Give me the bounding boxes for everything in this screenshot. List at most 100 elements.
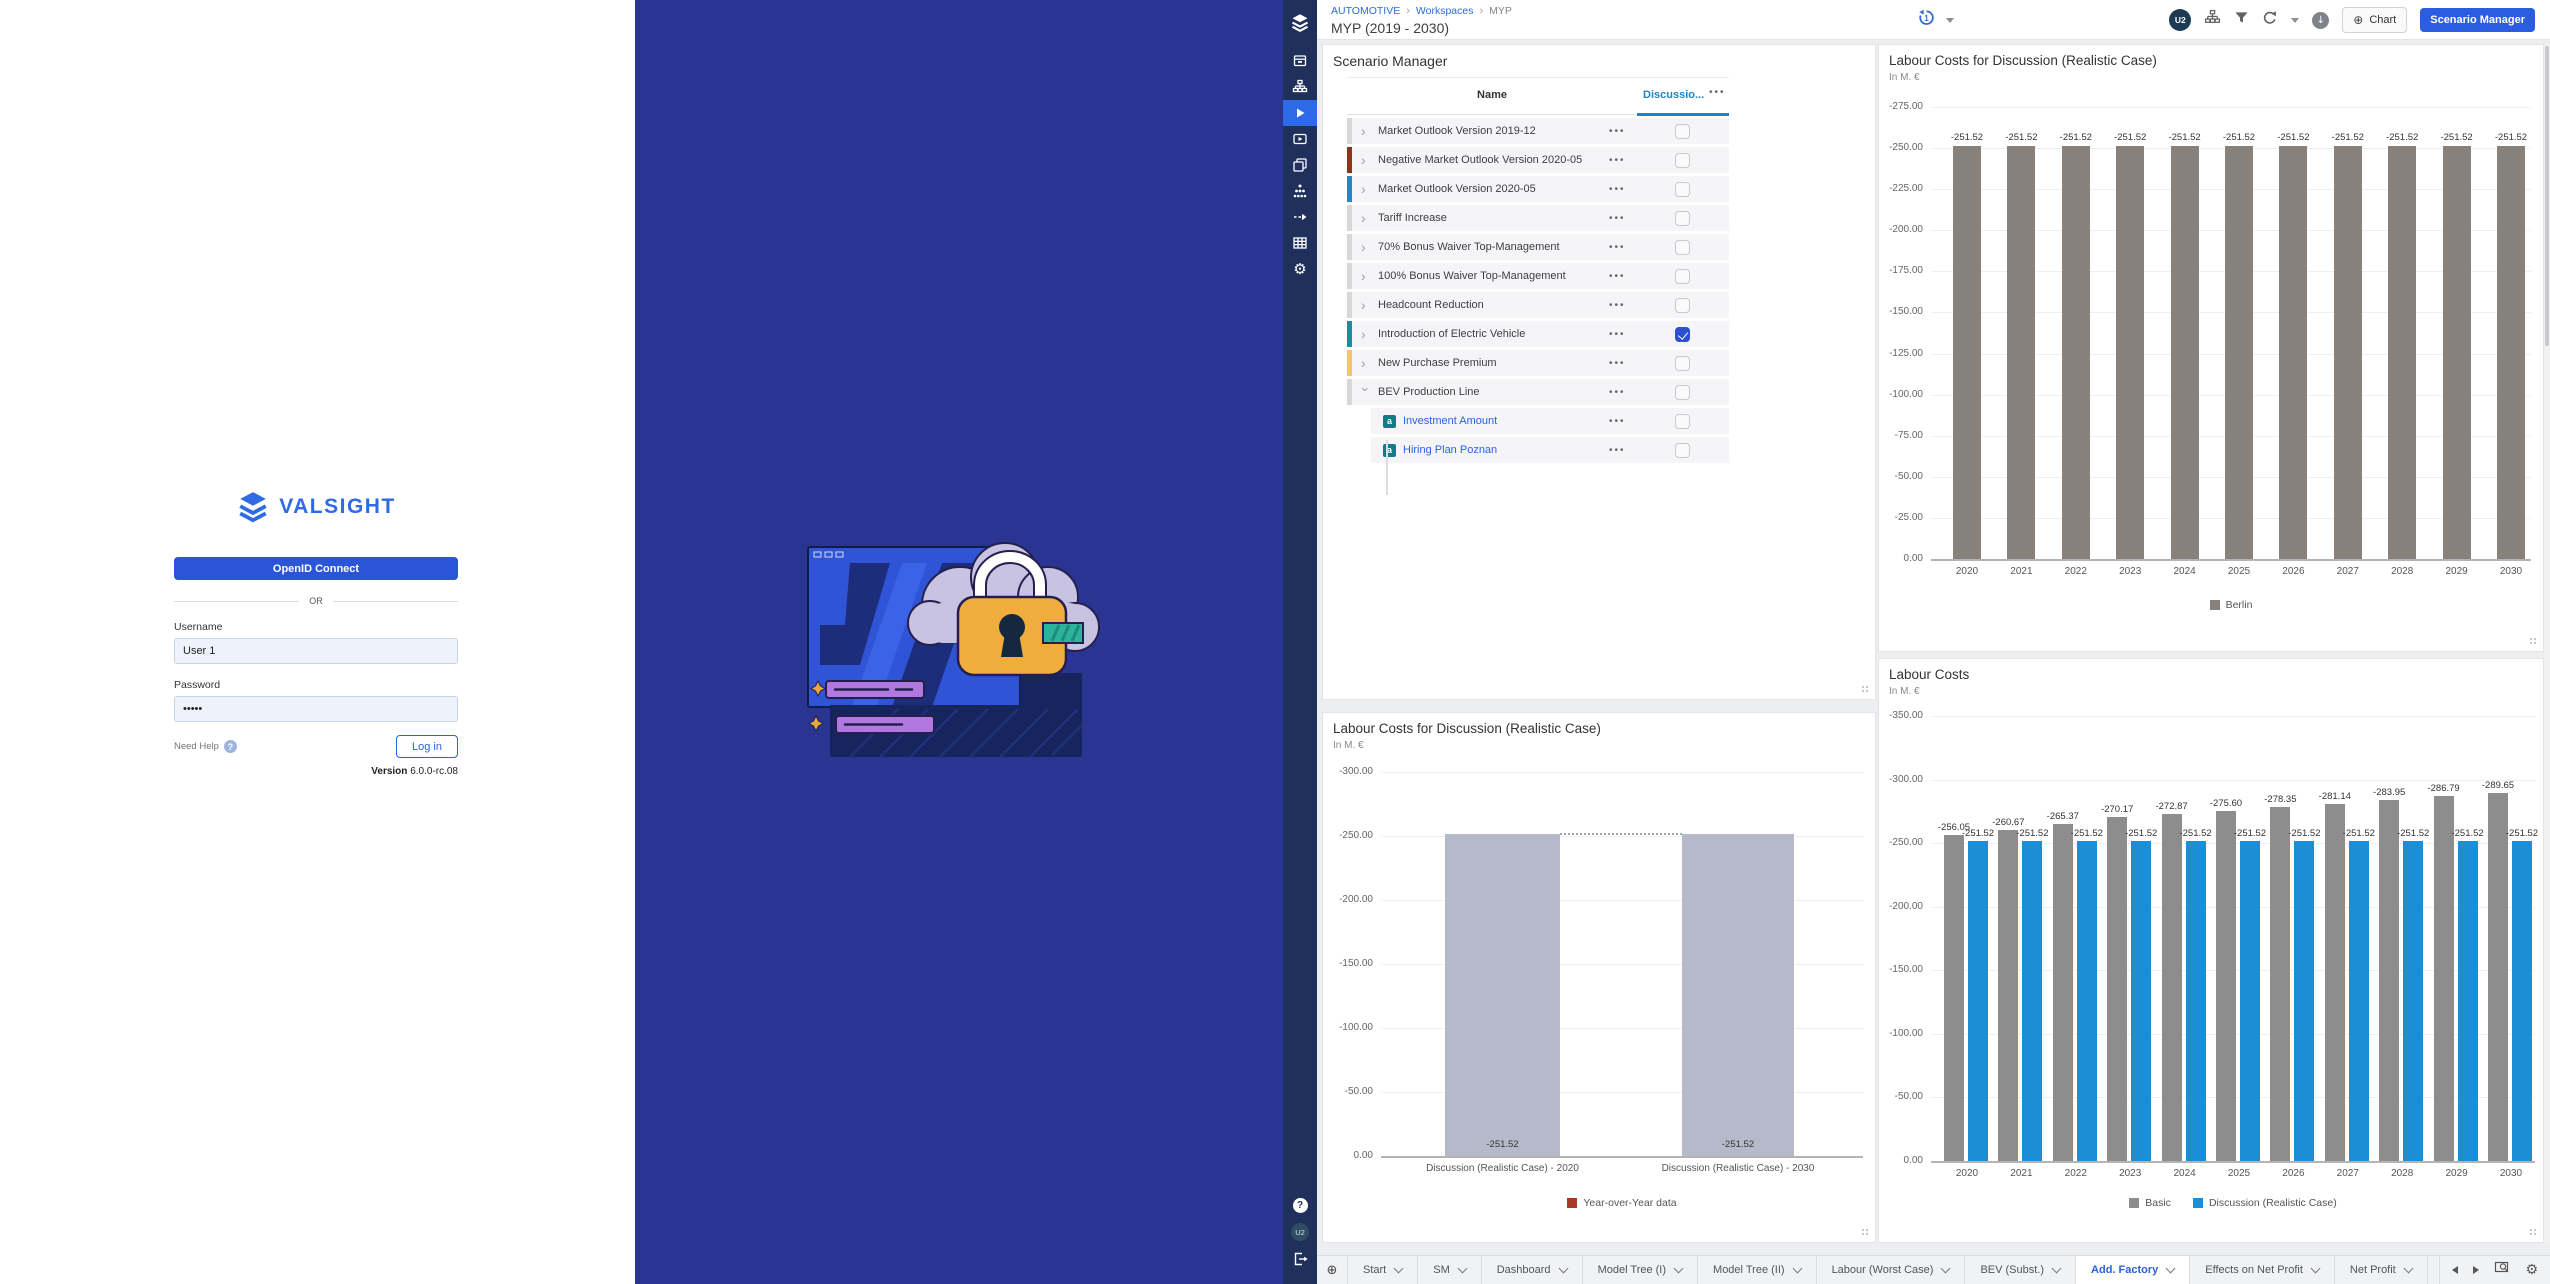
bar-2025[interactable]	[2216, 811, 2236, 1161]
chevron-right-icon[interactable]: ›	[1361, 358, 1371, 368]
chevron-down-icon[interactable]	[1558, 1263, 1568, 1273]
history-undo-icon[interactable]: 1	[1917, 8, 1936, 32]
refresh-icon[interactable]	[2262, 10, 2278, 31]
row-menu-icon[interactable]: •••	[1609, 126, 1626, 137]
row-checkbox[interactable]	[1675, 240, 1690, 255]
chevron-right-icon[interactable]: ›	[1361, 184, 1371, 194]
password-field[interactable]	[174, 696, 458, 722]
user-avatar-badge[interactable]: U2	[2169, 9, 2191, 31]
tab-add-factory[interactable]: Add. Factory	[2076, 1256, 2190, 1284]
bar-2022[interactable]	[2062, 146, 2090, 559]
bar-2021[interactable]	[1998, 830, 2018, 1161]
bar-2021[interactable]	[2022, 841, 2042, 1161]
bar-2027[interactable]	[2334, 146, 2362, 559]
bar-2028[interactable]	[2379, 800, 2399, 1161]
bar-2028[interactable]	[2388, 146, 2416, 559]
row-checkbox[interactable]	[1675, 356, 1690, 371]
scroll-tabs-left-icon[interactable]	[2452, 1266, 2458, 1274]
chevron-down-icon[interactable]	[2403, 1263, 2413, 1273]
sidebar-item-table[interactable]	[1283, 230, 1317, 256]
tab-model-tree-i[interactable]: Model Tree (I)	[1583, 1256, 1698, 1284]
column-header-name[interactable]: Name	[1347, 89, 1637, 101]
bar-2020[interactable]	[1445, 834, 1560, 1156]
bar-2024[interactable]	[2186, 841, 2206, 1161]
bar-2023[interactable]	[2116, 146, 2144, 559]
logout-icon[interactable]	[1292, 1251, 1308, 1272]
chevron-down-icon[interactable]	[2166, 1263, 2176, 1273]
legend-item[interactable]: Basic	[2129, 1197, 2171, 1209]
bar-2030[interactable]	[2512, 841, 2532, 1161]
tab-start[interactable]: Start	[1348, 1256, 1418, 1284]
scenario-row[interactable]: ›Tariff Increase•••	[1347, 205, 1729, 231]
tab-net-profit[interactable]: Net Profit	[2335, 1256, 2428, 1284]
scenario-row[interactable]: ›Market Outlook Version 2019-12•••	[1347, 118, 1729, 144]
bar-2029[interactable]	[2443, 146, 2471, 559]
legend-item[interactable]: Berlin	[2210, 599, 2253, 611]
chevron-right-icon[interactable]: ›	[1361, 300, 1371, 310]
chevron-down-icon[interactable]	[1941, 1263, 1951, 1273]
bar-2030[interactable]	[1682, 834, 1794, 1156]
row-menu-icon[interactable]: •••	[1609, 445, 1626, 456]
scenario-sub-row[interactable]: aHiring Plan Poznan•••	[1371, 437, 1729, 463]
row-menu-icon[interactable]: •••	[1609, 242, 1626, 253]
row-checkbox[interactable]	[1675, 443, 1690, 458]
need-help-link[interactable]: Need Help ?	[174, 740, 237, 753]
sidebar-item-settings[interactable]: ⚙	[1283, 256, 1317, 282]
breadcrumb-automotive[interactable]: AUTOMOTIVE	[1331, 5, 1400, 17]
breadcrumb-workspaces[interactable]: Workspaces	[1416, 5, 1474, 17]
scenario-row[interactable]: ›Headcount Reduction•••	[1347, 292, 1729, 318]
row-checkbox[interactable]	[1675, 211, 1690, 226]
bar-2023[interactable]	[2131, 841, 2151, 1161]
sidebar-item-play[interactable]	[1283, 100, 1317, 126]
bar-2029[interactable]	[2434, 796, 2454, 1161]
chevron-right-icon[interactable]: ›	[1361, 271, 1371, 281]
chevron-right-icon[interactable]: ›	[1361, 242, 1371, 252]
chevron-right-icon[interactable]: ›	[1361, 155, 1371, 165]
chevron-down-icon[interactable]	[1457, 1263, 1467, 1273]
column-header-discussion[interactable]: Discussio...	[1643, 89, 1704, 101]
bar-2020[interactable]	[1944, 835, 1964, 1161]
sheet-settings-gear-icon[interactable]: ⚙	[2525, 1262, 2538, 1278]
chevron-down-icon[interactable]	[2052, 1263, 2062, 1273]
scenario-row[interactable]: ›Market Outlook Version 2020-05•••	[1347, 176, 1729, 202]
bar-2022[interactable]	[2077, 841, 2097, 1161]
resize-handle-icon[interactable]	[2529, 1228, 2538, 1237]
scenario-row[interactable]: ›Negative Market Outlook Version 2020-05…	[1347, 147, 1729, 173]
tab-model-tree-ii[interactable]: Model Tree (II)	[1698, 1256, 1817, 1284]
bar-2024[interactable]	[2171, 146, 2199, 559]
tab-bev-subst[interactable]: BEV (Subst.)	[1965, 1256, 2076, 1284]
resize-handle-icon[interactable]	[2529, 637, 2538, 646]
bar-2030[interactable]	[2488, 793, 2508, 1161]
scenario-sub-row[interactable]: aInvestment Amount•••	[1371, 408, 1729, 434]
resize-handle-icon[interactable]	[1861, 685, 1870, 694]
sidebar-item-archive[interactable]	[1283, 48, 1317, 74]
bar-2020[interactable]	[1968, 841, 1988, 1161]
scenario-row[interactable]: ›New Purchase Premium•••	[1347, 350, 1729, 376]
sheet-overview-icon[interactable]	[2494, 1260, 2510, 1280]
chevron-right-icon[interactable]: ›	[1361, 329, 1371, 339]
refresh-caret-icon[interactable]	[2291, 18, 2299, 23]
row-menu-icon[interactable]: •••	[1609, 213, 1626, 224]
row-menu-icon[interactable]: •••	[1609, 358, 1626, 369]
column-options-icon[interactable]: •••	[1709, 87, 1726, 98]
valsight-logo-icon[interactable]	[1290, 6, 1310, 40]
row-checkbox[interactable]	[1675, 269, 1690, 284]
sidebar-item-flow-arrow[interactable]	[1283, 204, 1317, 230]
bar-2026[interactable]	[2279, 146, 2307, 559]
bar-2025[interactable]	[2225, 146, 2253, 559]
chevron-down-icon[interactable]	[1394, 1263, 1404, 1273]
scenario-row[interactable]: ›BEV Production Line•••	[1347, 379, 1729, 405]
bar-2024[interactable]	[2162, 814, 2182, 1161]
vertical-scrollbar[interactable]	[2544, 44, 2550, 1243]
download-icon[interactable]: ↓	[2312, 12, 2329, 29]
chevron-down-icon[interactable]: ›	[1361, 387, 1371, 397]
scrollbar-thumb[interactable]	[2545, 46, 2549, 346]
tab-dashboard[interactable]: Dashboard	[1482, 1256, 1583, 1284]
row-checkbox[interactable]	[1675, 182, 1690, 197]
bar-2029[interactable]	[2458, 841, 2478, 1161]
bar-2022[interactable]	[2053, 824, 2073, 1161]
sidebar-item-video[interactable]	[1283, 126, 1317, 152]
sidebar-item-model-nodes[interactable]	[1283, 178, 1317, 204]
bar-2027[interactable]	[2325, 804, 2345, 1161]
add-sheet-icon[interactable]: ⊕	[1317, 1256, 1348, 1284]
